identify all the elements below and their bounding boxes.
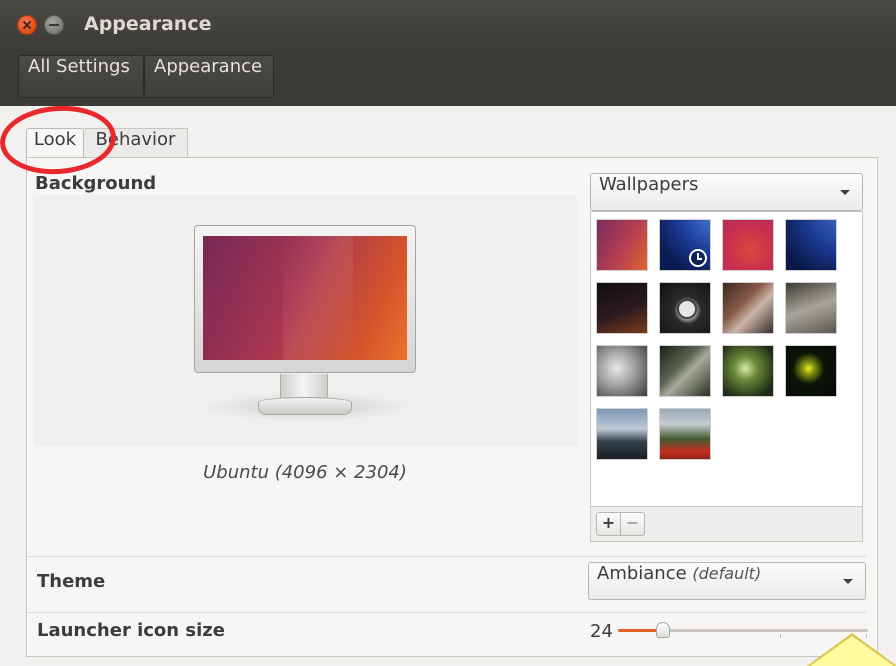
wallpaper-thumbnail[interactable] (722, 345, 774, 397)
wallpaper-thumbnail[interactable] (659, 345, 711, 397)
window-title: Appearance (84, 13, 212, 35)
wallpaper-thumbnail[interactable] (596, 408, 648, 460)
wallpaper-thumbnail[interactable] (722, 219, 774, 271)
close-window-button[interactable] (17, 15, 37, 35)
wallpaper-caption: Ubuntu (4096 × 2304) (203, 462, 407, 483)
monitor-screen (203, 236, 407, 360)
breadcrumb-appearance-button[interactable]: Appearance (144, 55, 274, 98)
wallpaper-thumbnail[interactable] (659, 282, 711, 334)
wallpaper-thumbnail[interactable] (596, 282, 648, 334)
title-bar: Appearance (0, 0, 896, 50)
clock-icon (689, 249, 707, 267)
theme-default-note: (default) (692, 564, 762, 583)
chevron-down-icon (840, 190, 850, 195)
breadcrumb: All Settings Appearance (0, 50, 896, 106)
wallpaper-thumbnail[interactable] (659, 219, 711, 271)
wallpaper-thumbnail[interactable] (596, 345, 648, 397)
background-label: Background (35, 173, 157, 194)
add-wallpaper-button[interactable]: + (596, 512, 621, 536)
minimize-window-button[interactable] (44, 15, 64, 35)
wallpaper-thumbnail[interactable] (596, 219, 648, 271)
pointer-annotation (810, 636, 894, 666)
launcher-icon-size-label: Launcher icon size (37, 620, 225, 641)
wallpaper-thumbnail[interactable] (722, 282, 774, 334)
remove-wallpaper-button[interactable]: − (620, 512, 645, 536)
launcher-icon-size-value: 24 (590, 621, 613, 642)
wallpaper-grid-toolbar: + − (590, 507, 863, 542)
slider-tick (780, 634, 781, 638)
separator (28, 556, 866, 557)
wallpaper-thumbnail[interactable] (785, 282, 837, 334)
wallpaper-thumbnail[interactable] (785, 345, 837, 397)
chevron-down-icon (843, 579, 853, 584)
monitor-bezel (194, 225, 416, 373)
slider-handle[interactable] (656, 622, 670, 638)
theme-value: Ambiance (597, 563, 693, 584)
all-settings-button[interactable]: All Settings (18, 55, 144, 98)
wallpaper-thumbnail[interactable] (659, 408, 711, 460)
wallpaper-source-dropdown[interactable]: Wallpapers (590, 173, 863, 211)
separator (28, 612, 866, 613)
theme-dropdown[interactable]: Ambiance (default) (588, 562, 866, 600)
wallpaper-thumbnail[interactable] (785, 219, 837, 271)
wallpaper-source-value: Wallpapers (599, 174, 699, 195)
monitor-foot (258, 397, 352, 415)
theme-label: Theme (37, 571, 106, 592)
tab-bar: Look Behavior (0, 106, 896, 161)
monitor-illustration (180, 222, 430, 432)
